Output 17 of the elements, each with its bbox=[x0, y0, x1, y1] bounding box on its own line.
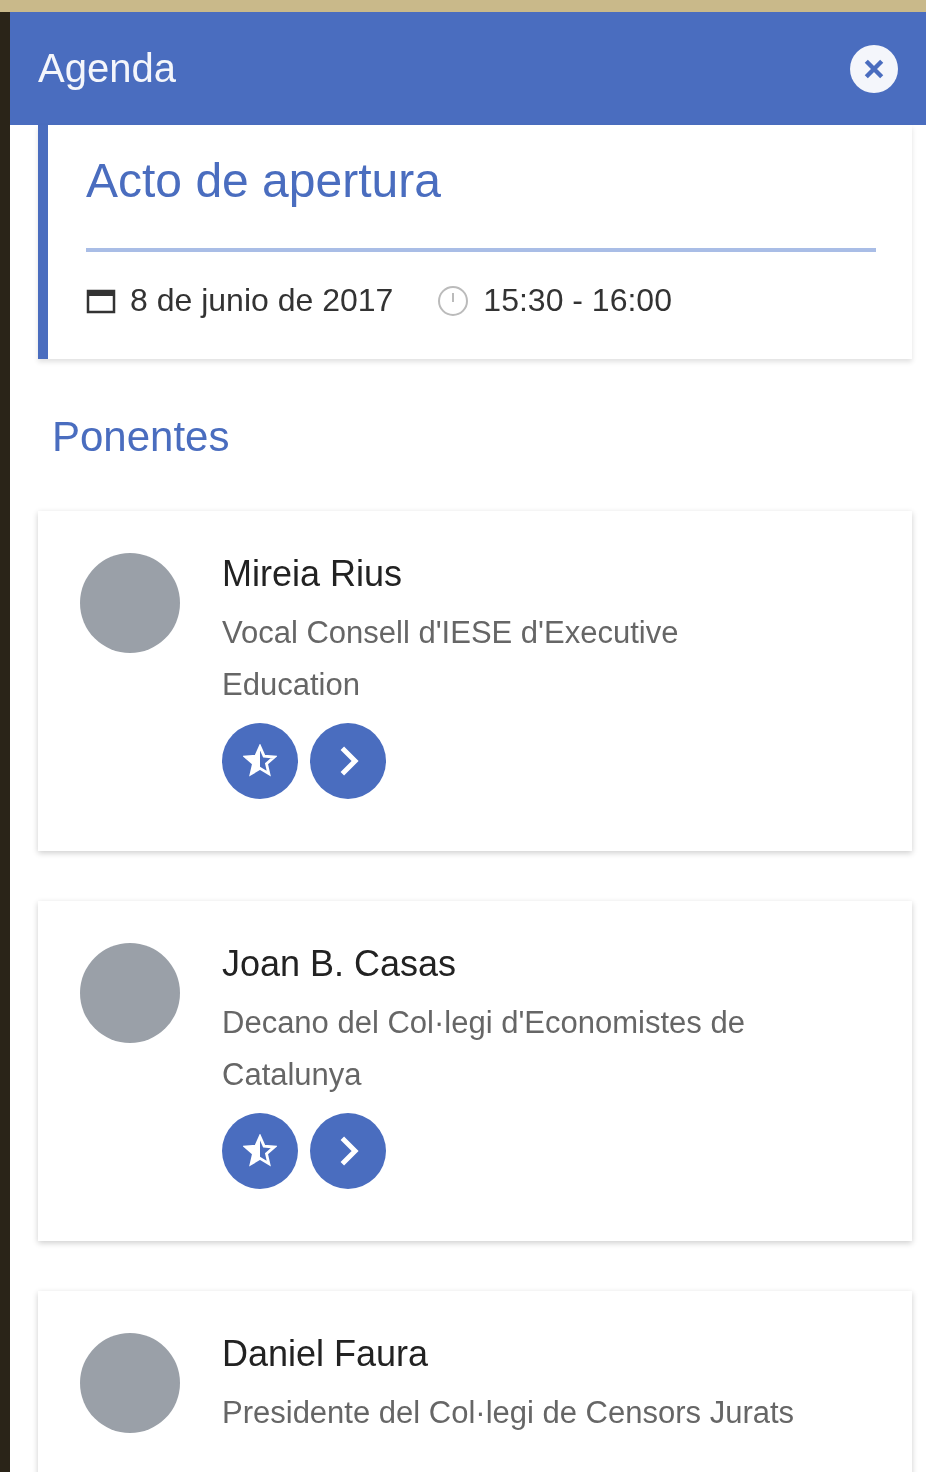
event-date: 8 de junio de 2017 bbox=[130, 282, 394, 319]
speaker-role: Vocal Consell d'IESE d'Executive Education bbox=[222, 614, 680, 704]
event-title: Acto de apertura bbox=[86, 153, 442, 208]
clock-icon bbox=[437, 284, 470, 317]
event-time: 15:30 - 16:00 bbox=[483, 282, 672, 319]
section-title: Ponentes bbox=[52, 413, 231, 461]
close-icon bbox=[863, 57, 885, 80]
speaker-name: Joan B. Casas bbox=[222, 943, 458, 985]
header-title: Agenda bbox=[38, 46, 176, 91]
close-button[interactable] bbox=[850, 44, 898, 93]
speaker-name: Mireia Rius bbox=[222, 553, 404, 595]
speaker-role: Presidente del Col·legi de Censors Jurats bbox=[222, 1394, 795, 1432]
star-icon bbox=[243, 1134, 277, 1168]
speaker-role: Decano del Col·legi d'Economistes de Catalunya bbox=[222, 1004, 746, 1094]
calendar-icon bbox=[86, 287, 116, 314]
speaker-name: Daniel Faura bbox=[222, 1333, 430, 1375]
star-icon bbox=[243, 744, 277, 778]
